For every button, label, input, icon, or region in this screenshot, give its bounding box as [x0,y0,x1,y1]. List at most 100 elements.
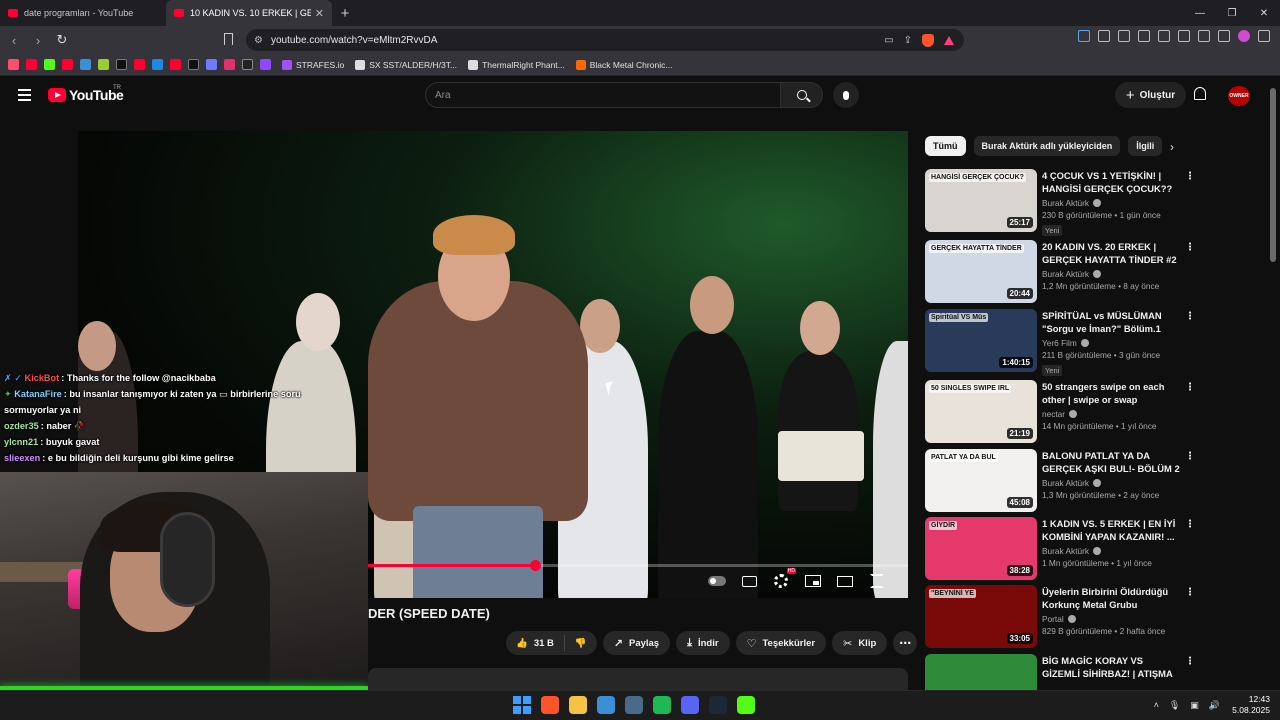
bookmark-icon[interactable] [206,59,217,70]
clip-button[interactable]: ✂ Klip [832,631,888,655]
microphone-tray-icon[interactable]: 🎙 [1169,700,1180,711]
more-options-icon[interactable]: ⋮ [1185,242,1195,253]
recommendation-title[interactable]: BALONU PATLAT YA DA GERÇEK AŞKI BUL!- BÖ… [1042,449,1180,475]
recommendation-title[interactable]: 1 KADIN VS. 5 ERKEK | EN İYİ KOMBİNİ YAP… [1042,517,1180,543]
bookmark-strafes[interactable]: STRAFES.io [282,59,344,70]
bookmark-icon[interactable] [152,59,163,70]
wallet-icon[interactable] [1178,30,1190,42]
recommendation-item[interactable]: GİYDİR 38:28 1 KADIN VS. 5 ERKEK | EN İYİ … [925,517,1195,580]
video-thumbnail[interactable]: 50 SINGLES SWIPE IRL 21:19 [925,380,1037,443]
new-tab-button[interactable]: + [332,0,358,26]
more-options-icon[interactable]: ⋮ [1185,311,1195,322]
recommendation-channel[interactable]: Burak Aktürk [1042,478,1180,488]
recommendation-item[interactable]: 50 SINGLES SWIPE IRL 21:19 50 strangers sw… [925,380,1195,443]
more-options-icon[interactable]: ⋮ [1185,451,1195,462]
tiktok-bookmark-icon[interactable] [116,59,127,70]
forward-icon[interactable]: › [28,30,48,50]
search-input[interactable] [435,89,755,101]
recommendation-channel[interactable]: Burak Aktürk [1042,269,1180,279]
instagram-bookmark-icon[interactable] [224,59,235,70]
page-scrollbar[interactable] [1270,88,1276,262]
download-button[interactable]: ⤓ İndir [676,631,730,655]
extension-icon[interactable] [1118,30,1130,42]
recommendation-channel[interactable]: Portal [1042,614,1180,624]
dislike-button[interactable]: 👎 [565,638,597,649]
chip-uploader[interactable]: Burak Aktürk adlı yükleyiciden [973,136,1121,156]
puzzle-icon[interactable] [1098,30,1110,42]
autoplay-toggle[interactable] [708,573,726,589]
more-options-icon[interactable]: ⋮ [1185,656,1195,667]
kick-bookmark-icon[interactable] [44,59,55,70]
extension-icon[interactable] [1078,30,1090,42]
recommendation-channel[interactable]: Burak Aktürk [1042,546,1180,556]
chip-all[interactable]: Tümü [925,136,966,156]
bookmark-icon[interactable] [98,59,109,70]
subtitles-button[interactable] [740,573,758,589]
bookmark-sx-sst[interactable]: SX SST/ALDER/H/3T... [355,59,457,70]
site-info-icon[interactable]: ⚙ [254,35,263,46]
steam-icon[interactable] [709,696,727,714]
photos-icon[interactable] [597,696,615,714]
thanks-button[interactable]: ♡ Teşekkürler [735,631,827,655]
reload-icon[interactable]: ↻ [52,30,72,50]
brave-shield-icon[interactable] [922,33,934,47]
tab-current-video[interactable]: 10 KADIN VS. 10 ERKEK | GERÇEK HAYATTA T… [166,0,332,26]
recommendation-item[interactable]: Spiritüal VS Müs 1:40:15 SPİRİTÜAL vs MÜSL… [925,309,1195,376]
video-thumbnail[interactable]: PATLAT YA DA BUL 45:08 [925,449,1037,512]
recommendation-title[interactable]: 50 strangers swipe on each other | swipe… [1042,380,1180,406]
recommendation-item[interactable]: HANGİSİ GERÇEK ÇOCUK? 25:17 4 ÇOCUK VS 1 Y… [925,169,1195,236]
youtube-bookmark-icon[interactable] [26,59,37,70]
youtube-bookmark-icon[interactable] [170,59,181,70]
chevron-up-icon[interactable]: ˄ [1154,700,1159,711]
recommendation-channel[interactable]: Yer6 Film [1042,338,1180,348]
close-tab-icon[interactable]: ✕ [315,7,324,20]
bookmark-icon[interactable] [80,59,91,70]
recommendation-item[interactable]: PATLAT YA DA BUL 45:08 BALONU PATLAT YA DA… [925,449,1195,512]
video-progress-bar[interactable] [368,560,908,571]
recommendation-title[interactable]: SPİRİTÜAL vs MÜSLÜMAN "Sorgu ve İman?" B… [1042,309,1180,335]
bookmark-icon[interactable] [242,59,253,70]
recommendation-title[interactable]: 4 ÇOCUK VS 1 YETİŞKİN! | HANGİSİ GERÇEK … [1042,169,1180,195]
chip-related[interactable]: İlgili [1128,136,1163,156]
cast-icon[interactable]: ▭ [884,35,893,46]
notifications-bell-icon[interactable] [1194,87,1206,100]
close-window-icon[interactable]: ✕ [1248,0,1280,26]
create-button[interactable]: + Oluştur [1115,82,1186,108]
minimize-icon[interactable]: — [1184,0,1216,26]
menu-icon[interactable] [1258,30,1270,42]
back-icon[interactable]: ‹ [4,30,24,50]
bookmark-black-metal[interactable]: Black Metal Chronic... [575,59,672,70]
settings-button[interactable]: HD [772,568,796,589]
avatar[interactable]: OWNER [1228,86,1250,106]
vpn-icon[interactable] [1218,30,1230,42]
url-field[interactable]: ⚙ youtube.com/watch?v=eMltm2RvvDA ▭ ⇪ [246,29,964,51]
brave-icon[interactable] [541,696,559,714]
video-thumbnail[interactable]: GERÇEK HAYATTA TİNDER 20:44 [925,240,1037,303]
tab-date-programlari[interactable]: date programları - YouTube [0,0,166,26]
recommendation-title[interactable]: BİG MAGİC KORAY VS GİZEMLİ SİHİRBAZ! | A… [1042,654,1180,680]
file-explorer-icon[interactable] [569,696,587,714]
network-icon[interactable]: ▣ [1190,700,1199,711]
volume-icon[interactable]: 🔊 [1209,700,1220,711]
recommendation-title[interactable]: 20 KADIN VS. 20 ERKEK | GERÇEK HAYATTA T… [1042,240,1180,266]
bookmark-icon[interactable] [134,59,145,70]
voice-search-button[interactable] [833,82,859,108]
profile-icon[interactable] [1238,30,1250,42]
more-options-icon[interactable]: ⋮ [1185,519,1195,530]
chevron-right-icon[interactable]: › [1170,140,1174,154]
recommendation-channel[interactable]: nectar [1042,409,1180,419]
discord-icon[interactable] [681,696,699,714]
bookmark-page-icon[interactable] [224,33,233,45]
youtube-logo-icon[interactable] [48,88,66,102]
twitch-bookmark-icon[interactable] [260,59,271,70]
miniplayer-button[interactable] [804,573,822,589]
video-thumbnail[interactable]: HANGİSİ GERÇEK ÇOCUK? 25:17 [925,169,1037,232]
more-actions-button[interactable]: ⋯ [893,631,918,655]
brave-rewards-icon[interactable] [944,35,954,45]
app-gear-icon[interactable] [625,696,643,714]
bookmark-icon[interactable] [8,59,19,70]
recommendation-item[interactable]: GERÇEK HAYATTA TİNDER 20:44 20 KADIN VS. 2… [925,240,1195,303]
video-thumbnail[interactable]: Spiritüal VS Müs 1:40:15 [925,309,1037,372]
taskbar-clock[interactable]: 12:43 5.08.2025 [1232,694,1270,716]
share-icon[interactable]: ⇪ [904,35,912,46]
